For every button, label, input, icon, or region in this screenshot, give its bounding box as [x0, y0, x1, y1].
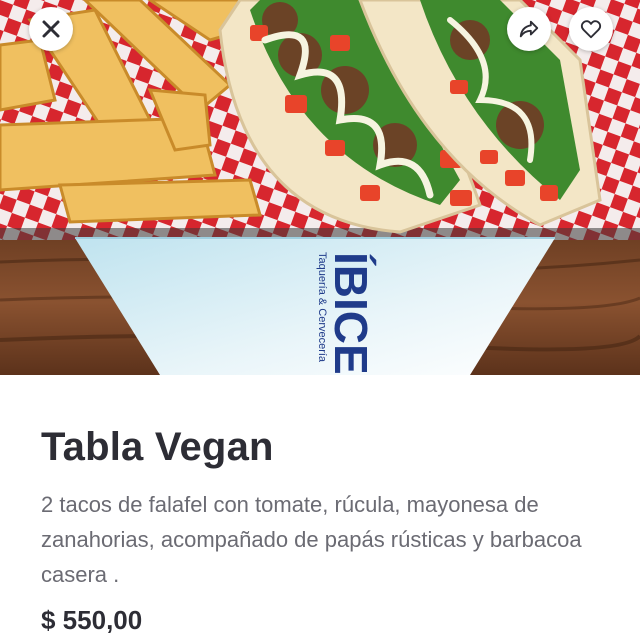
share-button[interactable]: [507, 7, 551, 51]
napkin-branding: ÍBICE Taquería & Cervecería: [316, 252, 377, 375]
favorite-button[interactable]: [569, 7, 613, 51]
share-icon: [519, 20, 539, 38]
product-image: ÍBICE Taquería & Cervecería: [0, 0, 640, 375]
product-price: $ 550,00: [41, 605, 143, 635]
product-description: 2 tacos de falafel con tomate, rúcula, m…: [41, 492, 582, 587]
close-button[interactable]: [29, 7, 73, 51]
product-details: Tabla Vegan 2 tacos de falafel con tomat…: [0, 375, 640, 640]
napkin-subtitle-text: Taquería & Cervecería: [316, 252, 328, 363]
product-photo: ÍBICE Taquería & Cervecería: [0, 0, 640, 375]
product-title: Tabla Vegan: [41, 425, 274, 469]
close-icon: [42, 20, 60, 38]
napkin-logo-text: ÍBICE: [325, 252, 377, 375]
heart-icon: [580, 20, 602, 39]
